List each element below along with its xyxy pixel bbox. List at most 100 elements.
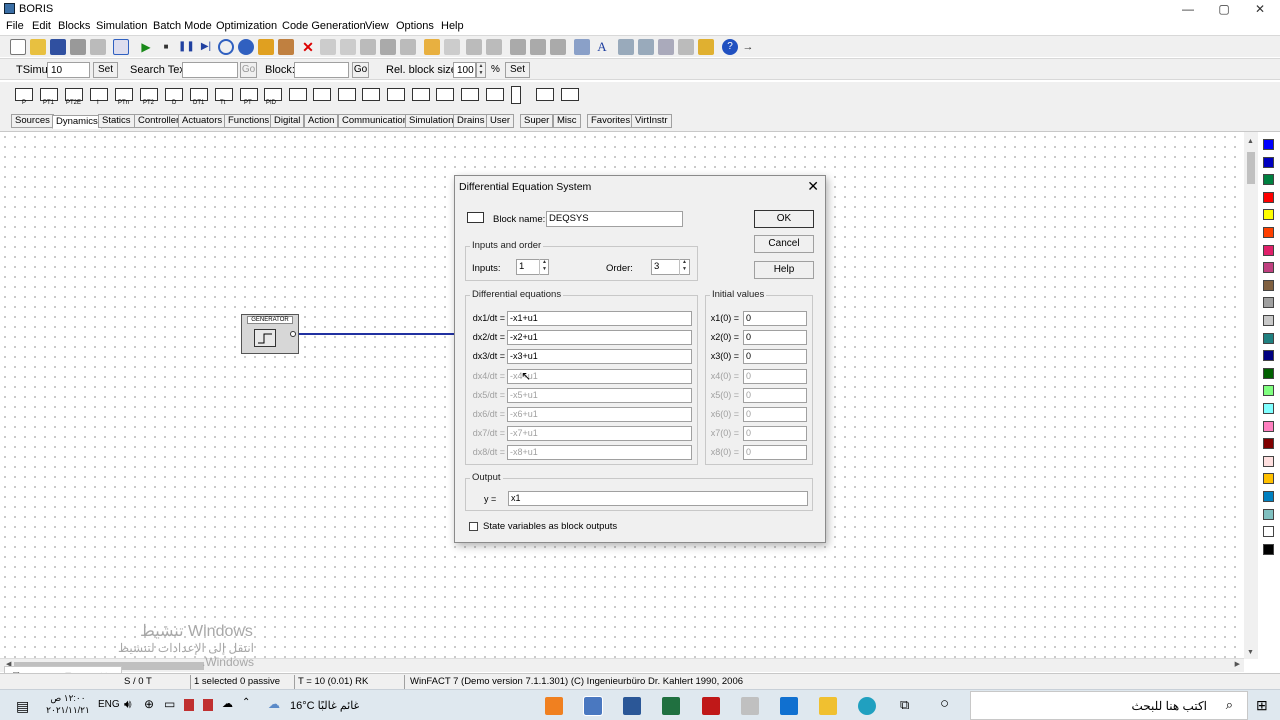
equation-input[interactable]: -x8+u1 [507, 445, 692, 461]
menu-options[interactable]: Options [396, 20, 434, 32]
taskbar-app-boris-icon[interactable] [583, 696, 603, 716]
dialog-close-icon[interactable]: ✕ [807, 178, 819, 195]
tray-expand-icon[interactable]: ⌃ [242, 697, 250, 708]
tab-dynamics[interactable]: Dynamics [52, 115, 102, 129]
color-swatch[interactable] [1263, 438, 1274, 450]
paste-icon[interactable] [360, 39, 376, 55]
color-swatch[interactable] [1263, 174, 1274, 186]
search-go-button[interactable]: Go [240, 62, 257, 78]
tab-misc[interactable]: Misc [553, 114, 581, 128]
menu-batch-mode[interactable]: Batch Mode [153, 20, 212, 32]
save-icon[interactable] [50, 39, 66, 55]
initial-value-input[interactable]: 0 [743, 445, 807, 461]
color-swatch[interactable] [1263, 508, 1274, 520]
tray-app-icon[interactable] [184, 699, 194, 711]
clock-date[interactable]: ٢٠٢١/١١/٢١ [46, 705, 90, 716]
color-swatch[interactable] [1263, 367, 1274, 379]
cut-icon[interactable] [320, 39, 336, 55]
hand-icon[interactable] [258, 39, 274, 55]
block-ss-icon[interactable] [461, 88, 479, 101]
color-swatch[interactable] [1263, 156, 1274, 168]
scroll-down-icon[interactable]: ▼ [1247, 649, 1254, 656]
block-r-icon[interactable] [289, 88, 307, 101]
block-array-icon[interactable] [412, 88, 430, 101]
close-button[interactable]: ✕ [1242, 0, 1278, 18]
image-icon[interactable] [574, 39, 590, 55]
color-swatch[interactable] [1263, 297, 1274, 309]
color-swatch[interactable] [1263, 350, 1274, 362]
scroll-thumb[interactable] [1247, 152, 1255, 184]
ok-button[interactable]: OK [754, 210, 814, 228]
search-input[interactable] [182, 62, 238, 78]
taskbar-app-icon[interactable] [662, 697, 680, 715]
pause-icon[interactable]: ❚❚ [178, 39, 195, 55]
properties-icon[interactable] [678, 39, 694, 55]
preview-icon[interactable] [90, 39, 106, 55]
loop-icon[interactable] [218, 39, 234, 55]
clock-icon[interactable] [238, 39, 254, 55]
tab-drains[interactable]: Drains [453, 114, 489, 128]
color-swatch[interactable] [1263, 455, 1274, 467]
cancel-button[interactable]: Cancel [754, 235, 814, 253]
color-swatch[interactable] [1263, 385, 1274, 397]
copy-icon[interactable] [340, 39, 356, 55]
output-input[interactable]: x1 [508, 491, 808, 506]
block-lead-icon[interactable] [362, 88, 380, 101]
initial-value-input[interactable]: 0 [743, 349, 807, 365]
initial-value-input[interactable]: 0 [743, 426, 807, 442]
block-lag-icon[interactable] [387, 88, 405, 101]
open-icon[interactable] [30, 39, 46, 55]
color-swatch[interactable] [1263, 139, 1274, 150]
window-icon[interactable] [658, 39, 674, 55]
taskbar-word-icon[interactable] [623, 697, 641, 715]
taskbar-edge-icon[interactable] [858, 697, 876, 715]
initial-value-input[interactable]: 0 [743, 311, 807, 326]
align-icon[interactable] [380, 39, 396, 55]
equation-input[interactable]: -x3+u1 [507, 349, 692, 365]
stop-icon[interactable]: ■ [158, 39, 174, 55]
initial-value-input[interactable]: 0 [743, 407, 807, 422]
minimize-button[interactable]: — [1170, 0, 1206, 18]
inputs-spinner[interactable]: ▲ ▼ [539, 259, 549, 275]
menu-file[interactable]: File [6, 20, 24, 32]
tile-icon[interactable] [618, 39, 634, 55]
initial-value-input[interactable]: 0 [743, 330, 807, 346]
scroll-up-icon[interactable]: ▲ [1247, 138, 1254, 145]
color-swatch[interactable] [1263, 262, 1274, 274]
tab-simulation[interactable]: Simulation [405, 114, 458, 128]
block-i-icon[interactable] [90, 88, 108, 101]
tab-communication[interactable]: Communication [338, 114, 412, 128]
route-icon[interactable] [486, 39, 502, 55]
scroll-right-icon[interactable]: ▶ [1235, 660, 1240, 668]
group-icon[interactable] [424, 39, 440, 55]
volume-icon[interactable]: 🔊︎ [124, 697, 132, 712]
cortana-icon[interactable]: ○ [940, 695, 949, 712]
cloud-icon[interactable]: ☁ [222, 697, 233, 710]
menu-help[interactable]: Help [441, 20, 464, 32]
tab-controller[interactable]: Controller [134, 114, 184, 128]
weather-text[interactable]: 16°C غائم غالبًا [290, 699, 359, 712]
tsimu-input[interactable]: 10 [47, 62, 90, 78]
language-indicator[interactable]: ENG [98, 699, 120, 710]
state-variables-checkbox[interactable] [469, 522, 478, 531]
tab-functions[interactable]: Functions [224, 114, 274, 128]
tab-favorites[interactable]: Favorites [587, 114, 635, 128]
help-icon[interactable]: ? [722, 39, 738, 55]
equation-input[interactable]: -x1+u1 [507, 311, 692, 326]
relsize-spinner[interactable]: ▲ ▼ [476, 62, 486, 78]
cascade-icon[interactable] [638, 39, 654, 55]
step-icon[interactable]: ▶| [198, 39, 214, 55]
new-icon[interactable] [10, 39, 26, 55]
tray-pdf-icon[interactable] [203, 699, 213, 711]
initial-value-input[interactable]: 0 [743, 387, 807, 403]
tab-super[interactable]: Super [520, 114, 554, 128]
block-table-icon[interactable] [338, 88, 356, 101]
block-net-icon[interactable] [313, 88, 331, 101]
menu-optimization[interactable]: Optimization [216, 20, 277, 32]
color-swatch[interactable] [1263, 227, 1274, 238]
menu-edit[interactable]: Edit [32, 20, 51, 32]
block-switch-icon[interactable] [511, 86, 521, 104]
maximize-button[interactable]: ▢ [1206, 0, 1242, 18]
block-deq-icon[interactable] [486, 88, 504, 101]
color-swatch[interactable] [1263, 526, 1274, 538]
